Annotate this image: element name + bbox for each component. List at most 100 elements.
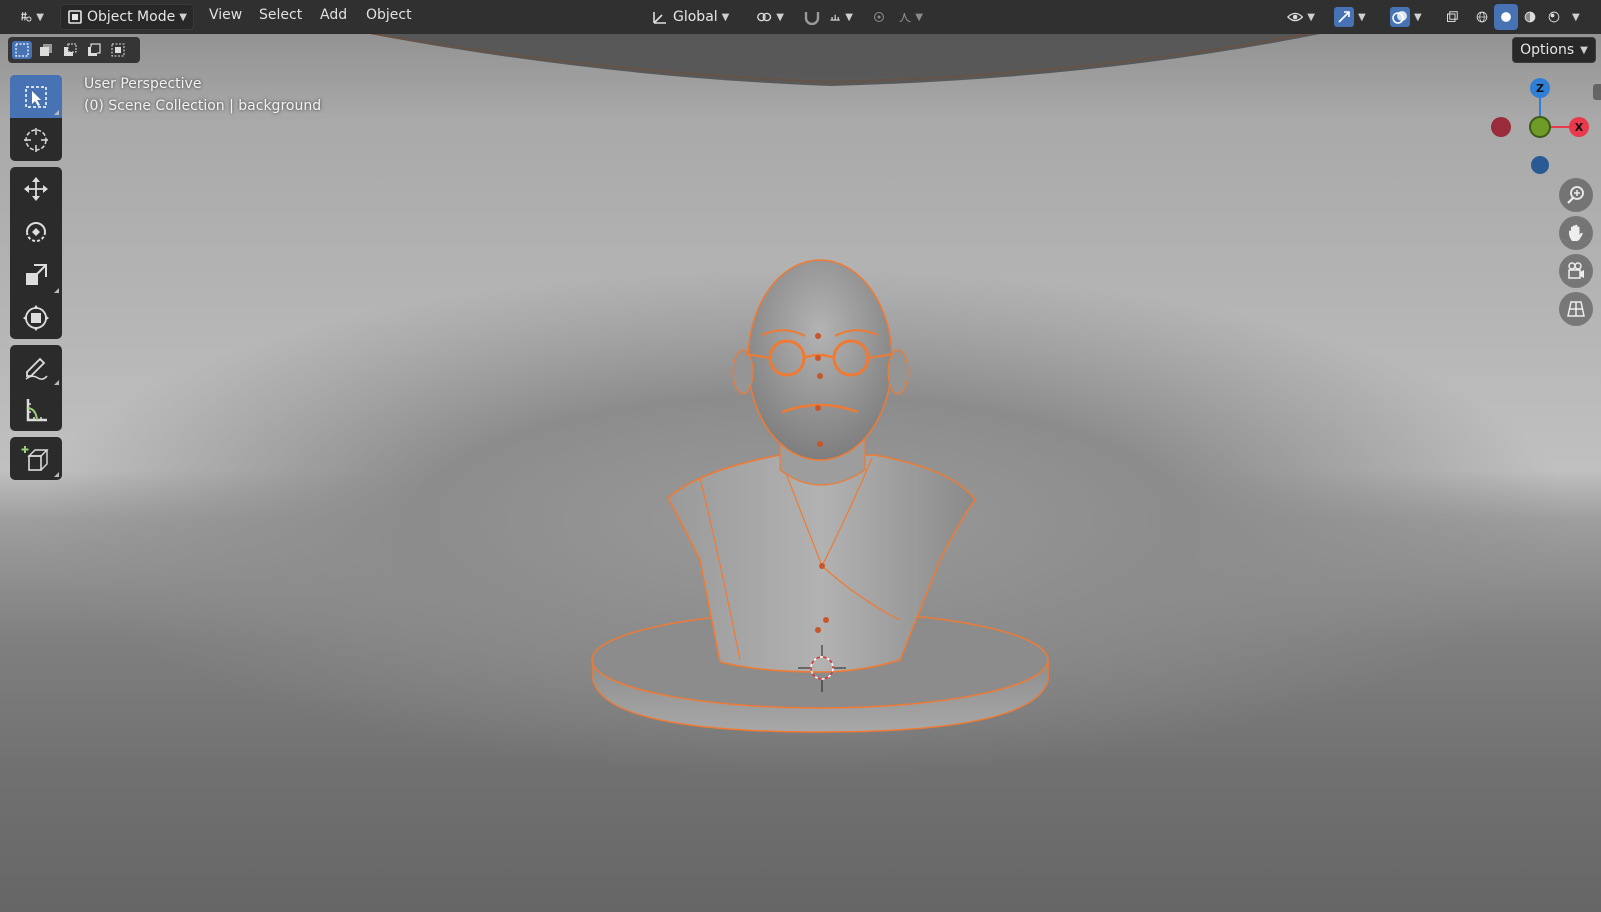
rotate-icon [26,221,46,242]
proportional-edit-icon [873,11,885,23]
tool-shelf [10,75,62,486]
eye-icon [1287,12,1304,22]
shading-wireframe[interactable] [1470,4,1494,30]
gizmo-neg-z-axis[interactable] [1531,156,1549,174]
tool-scale[interactable] [10,253,62,296]
gizmo-z-axis[interactable]: Z [1530,78,1550,98]
view-name: User Perspective [84,76,202,92]
select-extend-button[interactable] [36,41,56,59]
select-difference-icon [88,43,101,56]
options-label: Options [1520,42,1575,58]
hand-icon [1569,224,1583,241]
options-dropdown[interactable]: Options ▼ [1512,37,1596,63]
gizmo-y-axis[interactable] [1529,116,1551,138]
editor-type-icon [21,12,32,22]
tool-group-annotate [10,345,62,431]
visibility-dropdown[interactable]: ▼ [1281,4,1321,30]
gizmo-neg-x-axis[interactable] [1491,117,1511,137]
scale-icon [26,263,47,285]
transform-icon [23,304,49,331]
orientation-icon [653,12,666,24]
chevron-down-icon: ▼ [1414,11,1422,23]
gizmo-toggle[interactable]: ▼ [1328,4,1372,30]
snap-increment-icon [830,14,840,21]
mode-label: Object Mode [87,9,176,25]
wireframe-sphere-icon [1476,11,1488,23]
select-difference-button[interactable] [84,41,104,59]
sidebar-collapse-tab[interactable] [1593,84,1601,100]
overlays-icon [1390,7,1410,27]
viewport-header: ▼ Object Mode ▼ View Select Add Object G… [0,0,1601,34]
editor-type-button[interactable]: ▼ [14,4,50,30]
pan-button[interactable] [1559,216,1593,250]
chevron-down-icon: ▼ [915,11,923,23]
zoom-magnifier-icon [1567,186,1584,204]
camera-view-button[interactable] [1559,254,1593,288]
tool-transform[interactable] [10,296,62,339]
gizmo-icon [1334,7,1354,27]
add-cube-icon [21,445,49,471]
select-subtract-button[interactable] [60,41,80,59]
shading-rendered[interactable] [1542,4,1566,30]
tool-group-transform [10,167,62,339]
collection-info: (0) Scene Collection | background [84,98,322,114]
chevron-down-icon: ▼ [1358,11,1366,23]
chevron-down-icon: ▼ [179,11,187,23]
pencil-icon [25,357,48,380]
chevron-down-icon: ▼ [1307,11,1315,23]
cursor-icon [24,127,48,152]
solid-sphere-icon [1501,12,1511,22]
3d-viewport[interactable]: ▼ Object Mode ▼ View Select Add Object G… [0,0,1601,912]
select-intersect-button[interactable] [108,41,128,59]
mode-dropdown[interactable]: Object Mode ▼ [60,4,194,30]
tool-select-box[interactable] [10,75,62,118]
tool-add-cube[interactable] [10,437,62,480]
select-extend-icon [40,44,52,56]
xray-icon [1447,11,1458,22]
menu-select[interactable]: Select [259,7,302,23]
scene-render [199,0,1381,733]
pivot-point-dropdown[interactable]: ▼ [750,4,790,30]
falloff-curve-icon [899,13,911,23]
proportional-editing-toggle[interactable] [867,4,891,30]
tool-cursor[interactable] [10,118,62,161]
falloff-dropdown[interactable]: ▼ [893,4,929,30]
menu-object[interactable]: Object [366,7,412,23]
chevron-down-icon: ▼ [1572,11,1580,23]
tool-measure[interactable] [10,388,62,431]
orientation-label: Global [673,9,718,25]
chevron-down-icon: ▼ [845,11,853,23]
xray-toggle[interactable] [1440,4,1464,30]
shading-material[interactable] [1518,4,1542,30]
selection-mode-bar [8,37,140,63]
measure-ruler-icon [26,398,47,421]
object-mode-icon [68,10,82,24]
transform-orientation-dropdown[interactable]: Global ▼ [645,4,741,30]
tool-group-select [10,75,62,161]
navigation-gizmo[interactable]: Z X [1480,74,1590,184]
ortho-toggle-button[interactable] [1559,292,1593,326]
zoom-button[interactable] [1559,178,1593,212]
tool-move[interactable] [10,167,62,210]
tool-rotate[interactable] [10,210,62,253]
chevron-down-icon: ▼ [721,11,730,23]
overlays-toggle[interactable]: ▼ [1384,4,1428,30]
shading-options-dropdown[interactable]: ▼ [1566,4,1590,30]
camera-icon [1568,262,1584,279]
menu-view[interactable]: View [209,7,242,23]
gizmo-x-axis[interactable]: X [1569,117,1589,137]
pivot-icon [757,12,772,22]
snap-target-dropdown[interactable]: ▼ [823,4,859,30]
rendered-sphere-icon [1548,11,1560,23]
select-box-icon [25,85,47,108]
chevron-down-icon: ▼ [36,11,44,23]
select-new-button[interactable] [12,41,32,59]
chevron-down-icon: ▼ [1580,44,1588,56]
move-arrows-icon [24,176,48,201]
shading-solid[interactable] [1494,4,1518,30]
menu-add[interactable]: Add [320,7,347,23]
tool-annotate[interactable] [10,345,62,388]
grid-perspective-icon [1567,301,1585,317]
magnet-icon [804,12,820,25]
select-intersect-icon [111,43,125,57]
